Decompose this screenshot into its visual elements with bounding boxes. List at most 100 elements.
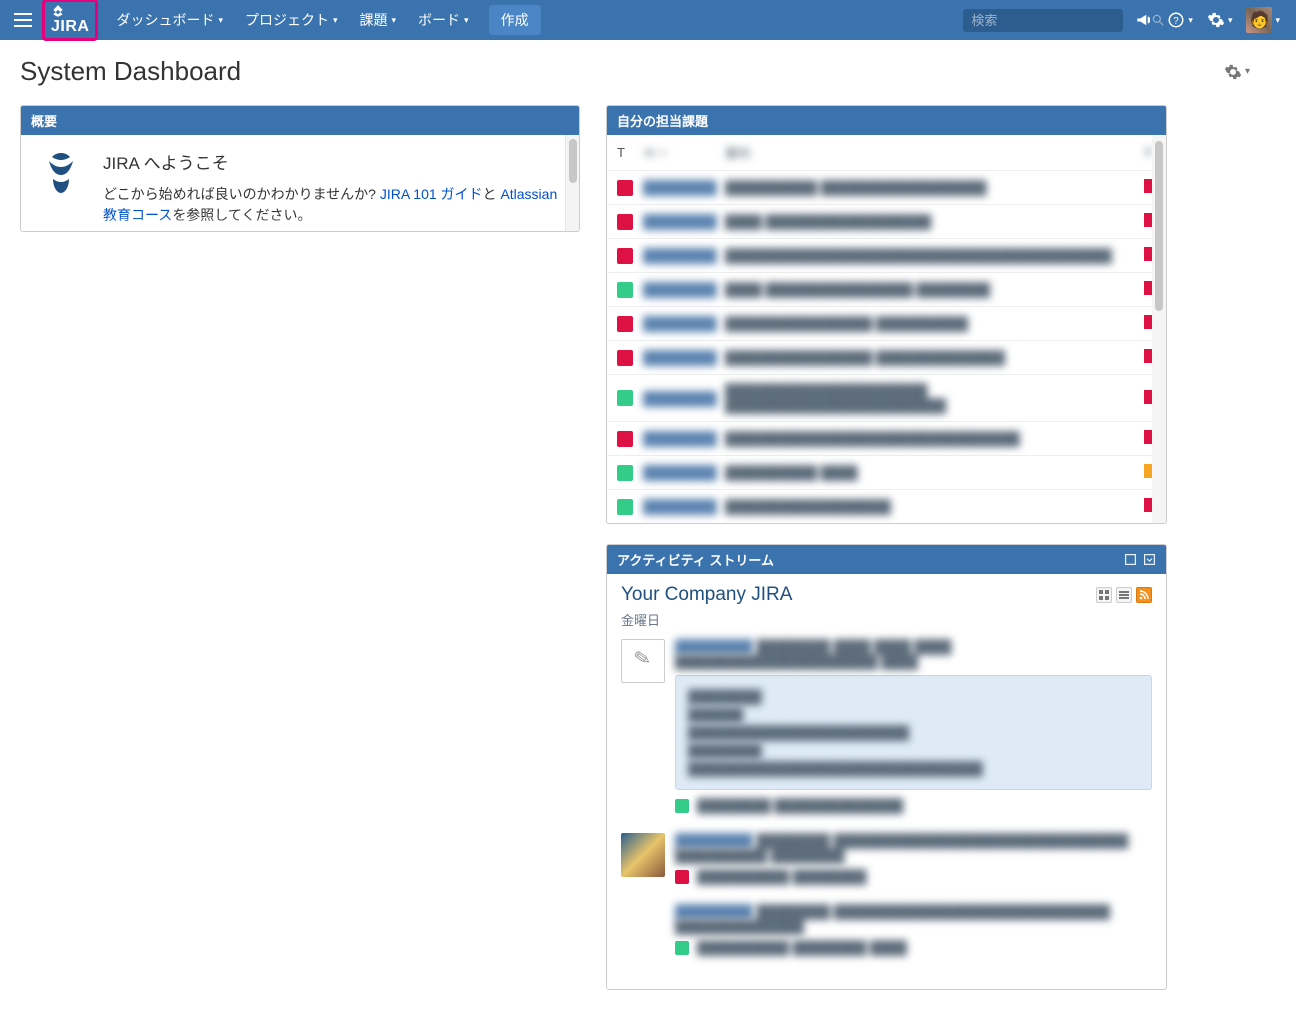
jira-logo-text: JIRA [51, 18, 89, 35]
issue-type-icon [675, 799, 689, 813]
table-row[interactable]: ████████ ████████████████ ██████████ [607, 307, 1166, 341]
activity-comment: ████████████████████████████████████████… [675, 675, 1152, 790]
issue-key[interactable]: ████████ [643, 465, 715, 480]
activity-item: ████████ ████████ ██████████████████████… [621, 833, 1152, 884]
view-full-icon[interactable] [1096, 587, 1112, 603]
caret-down-icon: ▾ [1188, 15, 1193, 26]
issue-type-icon [617, 499, 633, 515]
issue-type-icon [675, 941, 689, 955]
nav-items: ダッシュボード▾ プロジェクト ▾ 課題▾ ボード▾ 作成 [106, 4, 540, 36]
caret-down-icon: ▾ [1228, 15, 1233, 26]
feedback-icon[interactable] [1135, 11, 1153, 29]
caret-down-icon: ▾ [333, 15, 338, 26]
table-row[interactable]: ████████████████████████████████████████… [607, 239, 1166, 273]
activity-company-name: Your Company JIRA [621, 584, 1096, 606]
gadget-assigned-header: 自分の担当課題 [607, 106, 1166, 135]
column-left: 概要 JIRA へようこそ どこから始めれば良いのかわかりませんか? JIRA … [20, 105, 580, 232]
hamburger-menu-icon[interactable] [10, 6, 38, 34]
issue-type-icon [617, 390, 633, 406]
table-row[interactable]: ████████████████████████████████████████ [607, 422, 1166, 456]
issue-key[interactable]: ████████ [643, 499, 715, 514]
activity-content: ████████ ████████ ██████████████████████… [675, 904, 1152, 955]
issue-summary[interactable]: ████████████████████████████████ [725, 431, 1132, 446]
gadget-introduction-header: 概要 [21, 106, 579, 135]
assigned-issue-table: T キー 要約 P ██████████████████ ███████████… [607, 135, 1166, 523]
issue-summary[interactable]: ████████████████████████████████████████… [725, 248, 1132, 263]
page-header: System Dashboard ▾ [20, 56, 1250, 87]
jira-mark-icon [37, 149, 85, 221]
issue-key[interactable]: ████████ [643, 282, 715, 297]
table-row[interactable]: ██████████████████████████ [607, 490, 1166, 523]
nav-issues[interactable]: 課題▾ [350, 4, 407, 36]
intro-text-suffix: を参照してください。 [172, 207, 311, 223]
settings-icon[interactable]: ▾ [1207, 11, 1233, 29]
activity-content: ████████ ████████ ██████████████████████… [675, 833, 1152, 884]
gadget-introduction-title: 概要 [31, 111, 57, 130]
view-list-icon[interactable] [1116, 587, 1132, 603]
col-summary: 要約 [725, 143, 1132, 162]
link-jira-101-guide[interactable]: JIRA 101 ガイド [380, 186, 483, 202]
table-header-row: T キー 要約 P [607, 135, 1166, 171]
issue-type-icon [617, 282, 633, 298]
intro-text-mid: と [483, 186, 501, 202]
gadget-assigned-body: T キー 要約 P ██████████████████ ███████████… [607, 135, 1166, 523]
issue-key[interactable]: ████████ [643, 180, 715, 195]
issue-summary[interactable]: ████████████████ ██████████████ [725, 350, 1132, 365]
user-avatar[interactable]: 🧑 ▾ [1246, 7, 1280, 33]
column-right: 自分の担当課題 T キー 要約 P ██████████████████ ███… [606, 105, 1167, 990]
activity-company-line: Your Company JIRA [621, 584, 1152, 606]
col-type: T [617, 145, 633, 161]
table-row[interactable]: ████████ ████ ██████████████████ [607, 205, 1166, 239]
help-icon[interactable]: ? ▾ [1167, 11, 1193, 29]
nav-dashboard[interactable]: ダッシュボード▾ [106, 4, 233, 36]
dashboard-grid: 概要 JIRA へようこそ どこから始めれば良いのかわかりませんか? JIRA … [20, 105, 1250, 990]
table-row[interactable]: ████████ ██████████ ████ [607, 456, 1166, 490]
rss-feed-icon[interactable] [1136, 587, 1152, 603]
table-row[interactable]: ████████ ██████████████████████ █████████… [607, 375, 1166, 422]
activity-meta: ██████████ ████████ [675, 869, 1152, 884]
issue-key[interactable]: ████████ [643, 431, 715, 446]
caret-down-icon: ▾ [392, 15, 397, 26]
nav-right-icons: ? ▾ ▾ 🧑 ▾ [1135, 7, 1280, 33]
caret-down-icon: ▾ [464, 15, 469, 26]
table-row[interactable]: ████████ ████████████████ ██████████████ [607, 341, 1166, 375]
issue-summary[interactable]: ████ ████████████████ ████████ [725, 282, 1132, 297]
issue-summary[interactable]: ██████████████████ [725, 499, 1132, 514]
issue-summary[interactable]: ██████████ ████ [725, 465, 1132, 480]
issue-type-icon [617, 350, 633, 366]
nav-boards[interactable]: ボード▾ [408, 4, 479, 36]
nav-projects-label: プロジェクト [245, 10, 329, 30]
activity-content: ████████ ████████ ████ ████ ████ ███████… [675, 639, 1152, 813]
caret-down-icon: ▾ [218, 15, 223, 26]
search-box[interactable] [963, 9, 1123, 32]
scrollbar[interactable] [1152, 135, 1166, 523]
issue-summary[interactable]: ██████████████████████ █████████████████… [725, 383, 1132, 413]
nav-projects[interactable]: プロジェクト ▾ [235, 4, 348, 36]
issue-summary[interactable]: ████ ██████████████████ [725, 214, 1132, 229]
gadget-activity-header: アクティビティ ストリーム [607, 545, 1166, 574]
issue-summary[interactable]: ██████████ ██████████████████ [725, 180, 1132, 195]
intro-content: JIRA へようこそ どこから始めれば良いのかわかりませんか? JIRA 101… [103, 149, 563, 221]
issue-key[interactable]: ████████ [643, 391, 715, 406]
top-navbar: JIRA ダッシュボード▾ プロジェクト ▾ 課題▾ ボード▾ 作成 ? ▾ ▾ … [0, 0, 1296, 40]
gadget-assigned-title: 自分の担当課題 [617, 111, 708, 130]
table-row[interactable]: ████████ ██████████ ██████████████████ [607, 171, 1166, 205]
page-content: System Dashboard ▾ 概要 JIRA へようこそ [0, 40, 1296, 1010]
issue-key[interactable]: ████████ [643, 214, 715, 229]
dashboard-tools-button[interactable]: ▾ [1224, 63, 1250, 81]
intro-title: JIRA へようこそ [103, 149, 563, 174]
dropdown-icon[interactable] [1143, 553, 1156, 566]
jira-logo[interactable]: JIRA [42, 0, 98, 41]
scrollbar[interactable] [565, 135, 579, 231]
issue-key[interactable]: ████████ [643, 248, 715, 263]
issue-summary[interactable]: ████████████████ ██████████ [725, 316, 1132, 331]
issue-key[interactable]: ████████ [643, 316, 715, 331]
search-input[interactable] [971, 13, 1147, 28]
maximize-icon[interactable] [1124, 553, 1137, 566]
issue-type-icon [617, 316, 633, 332]
issue-key[interactable]: ████████ [643, 350, 715, 365]
table-row[interactable]: ████████ ████ ████████████████ ████████ [607, 273, 1166, 307]
create-button[interactable]: 作成 [489, 5, 541, 35]
activity-day-label: 金曜日 [621, 610, 1152, 629]
avatar-icon: 🧑 [1246, 7, 1272, 33]
